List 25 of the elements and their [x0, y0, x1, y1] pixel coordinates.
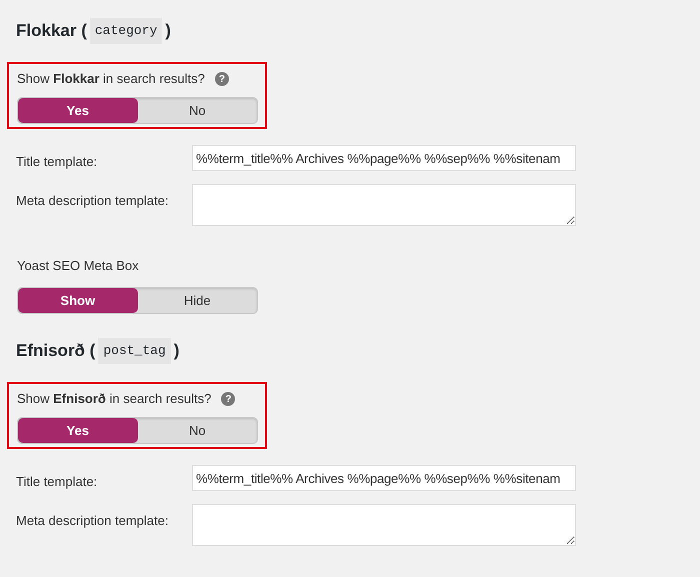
section-heading: ) [165, 20, 171, 42]
setting-question: Show Efnisorð in search results? [17, 390, 212, 408]
section-heading: Flokkar ( [16, 20, 87, 42]
help-icon[interactable]: ? [221, 392, 236, 406]
meta-box-label: Yoast SEO Meta Box [17, 256, 140, 274]
text-field[interactable]: %%term_title%% Archives %%page%% %%sep%% %%sitenam [192, 145, 576, 171]
textarea-field[interactable] [192, 184, 576, 226]
taxonomy-code: category [90, 18, 162, 44]
field-label: Meta description template: [15, 192, 170, 210]
field-label: Title template: [15, 473, 98, 491]
toggle-option[interactable]: No [138, 98, 257, 123]
section-heading: ) [174, 340, 180, 362]
toggle-option[interactable]: No [138, 418, 257, 443]
toggle-option[interactable]: Yes [18, 98, 138, 123]
help-icon[interactable]: ? [214, 72, 229, 86]
taxonomy-code: post_tag [98, 338, 171, 364]
toggle-option[interactable]: Yes [18, 418, 138, 443]
textarea-field[interactable] [192, 504, 576, 546]
toggle-option[interactable]: Show [18, 288, 138, 313]
section-heading: Efnisorð ( [16, 340, 96, 362]
toggle-option[interactable]: Hide [138, 288, 257, 313]
setting-question: Show Flokkar in search results? [17, 70, 205, 88]
field-label: Meta description template: [15, 512, 170, 530]
field-label: Title template: [15, 153, 98, 171]
text-field[interactable]: %%term_title%% Archives %%page%% %%sep%% %%sitenam [192, 465, 576, 491]
